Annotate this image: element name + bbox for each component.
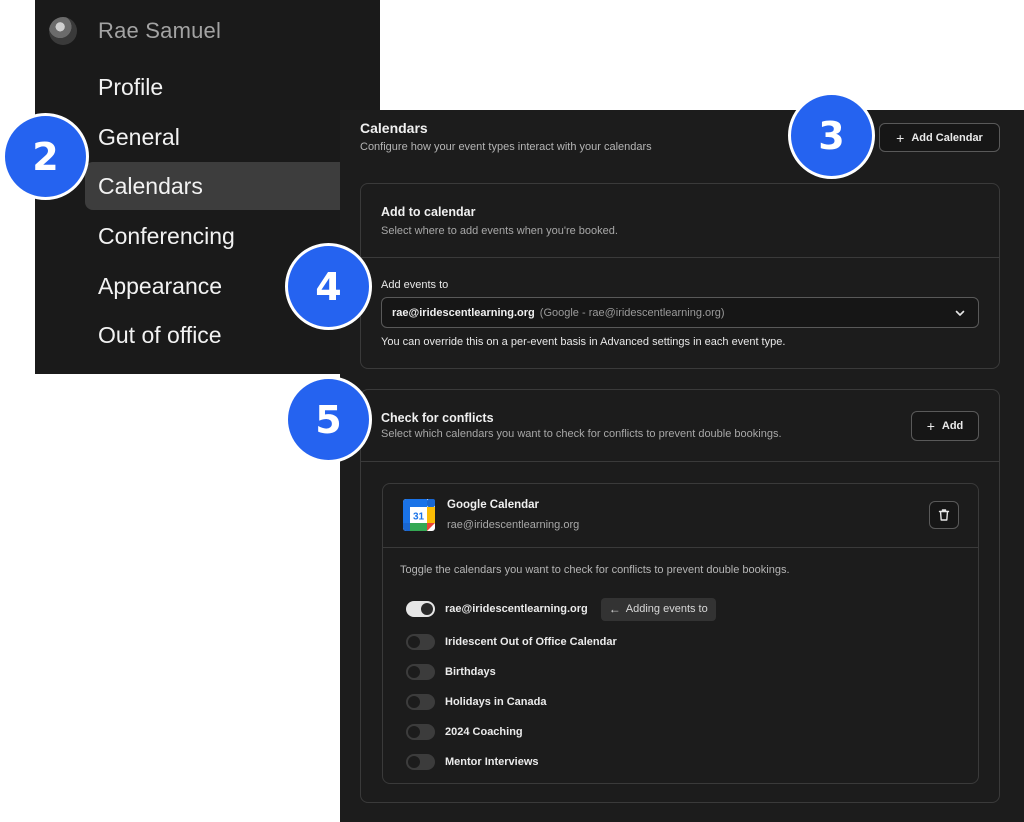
page-subtitle: Configure how your event types interact … (360, 141, 652, 153)
calendar-toggle[interactable] (406, 694, 435, 710)
avatar (49, 17, 77, 45)
calendar-toggle[interactable] (406, 754, 435, 770)
plus-icon: + (926, 418, 935, 434)
add-conflict-calendar-button[interactable]: + Add (911, 411, 979, 441)
sidebar-item-general[interactable]: General (85, 113, 340, 161)
page-title: Calendars (360, 120, 428, 136)
calendar-label: Birthdays (445, 666, 496, 678)
add-to-calendar-subtitle: Select where to add events when you're b… (381, 225, 618, 237)
sidebar-item-profile[interactable]: Profile (85, 63, 340, 111)
remove-calendar-button[interactable] (929, 501, 959, 529)
add-to-calendar-title: Add to calendar (381, 205, 476, 219)
selected-calendar: rae@iridescentlearning.org (392, 306, 535, 319)
add-calendar-label: Add Calendar (911, 131, 983, 144)
calendar-row: 2024 Coaching (406, 723, 523, 741)
calendar-label: Iridescent Out of Office Calendar (445, 636, 617, 648)
google-calendar-icon: 31 (403, 499, 435, 531)
adding-events-label: Adding events to (625, 603, 708, 615)
step-marker-5: 5 (285, 376, 372, 463)
adding-events-badge: ← Adding events to (600, 597, 716, 621)
calendar-label: rae@iridescentlearning.org (445, 603, 588, 615)
user-row[interactable]: Rae Samuel (49, 17, 221, 45)
calendar-toggle[interactable] (406, 634, 435, 650)
calendar-label: Mentor Interviews (445, 756, 539, 768)
calendar-row: Iridescent Out of Office Calendar (406, 633, 617, 651)
add-to-calendar-card: Add to calendar Select where to add even… (360, 183, 1000, 369)
check-conflicts-card: Check for conflicts Select which calenda… (360, 389, 1000, 803)
provider-email: rae@iridescentlearning.org (447, 519, 580, 531)
provider-name: Google Calendar (447, 499, 540, 511)
chevron-down-icon (955, 310, 965, 316)
svg-text:31: 31 (413, 512, 425, 523)
calendar-row: Mentor Interviews (406, 753, 539, 771)
calendar-label: 2024 Coaching (445, 726, 523, 738)
plus-icon: + (896, 129, 905, 146)
calendar-row: rae@iridescentlearning.org ← Adding even… (406, 597, 716, 621)
calendar-toggle[interactable] (406, 664, 435, 680)
step-marker-4: 4 (285, 243, 372, 330)
override-hint: You can override this on a per-event bas… (381, 336, 786, 348)
add-events-to-label: Add events to (381, 279, 449, 291)
arrow-left-icon: ← (608, 602, 621, 616)
toggle-hint: Toggle the calendars you want to check f… (400, 564, 790, 576)
user-name: Rae Samuel (98, 18, 222, 43)
trash-icon (938, 509, 950, 521)
check-conflicts-title: Check for conflicts (381, 411, 494, 425)
calendar-row: Holidays in Canada (406, 693, 546, 711)
add-events-to-select[interactable]: rae@iridescentlearning.org (Google - rae… (381, 297, 979, 328)
add-calendar-button[interactable]: + Add Calendar (879, 123, 1000, 152)
divider (361, 461, 999, 462)
calendar-toggle[interactable] (406, 601, 435, 617)
google-calendar-card: 31 Google Calendar rae@iridescentlearnin… (382, 483, 979, 784)
add-label: Add (941, 420, 964, 432)
selected-calendar-detail: (Google - rae@iridescentlearning.org) (539, 306, 725, 319)
divider (383, 547, 978, 548)
step-marker-2: 2 (2, 113, 89, 200)
calendar-label: Holidays in Canada (445, 696, 547, 708)
sidebar-item-calendars[interactable]: Calendars (85, 162, 341, 210)
divider (361, 257, 999, 258)
step-marker-3: 3 (788, 92, 875, 179)
check-conflicts-subtitle: Select which calendars you want to check… (381, 428, 782, 440)
calendar-row: Birthdays (406, 663, 496, 681)
calendar-toggle[interactable] (406, 724, 435, 740)
calendars-settings-panel: Calendars Configure how your event types… (340, 110, 1024, 822)
